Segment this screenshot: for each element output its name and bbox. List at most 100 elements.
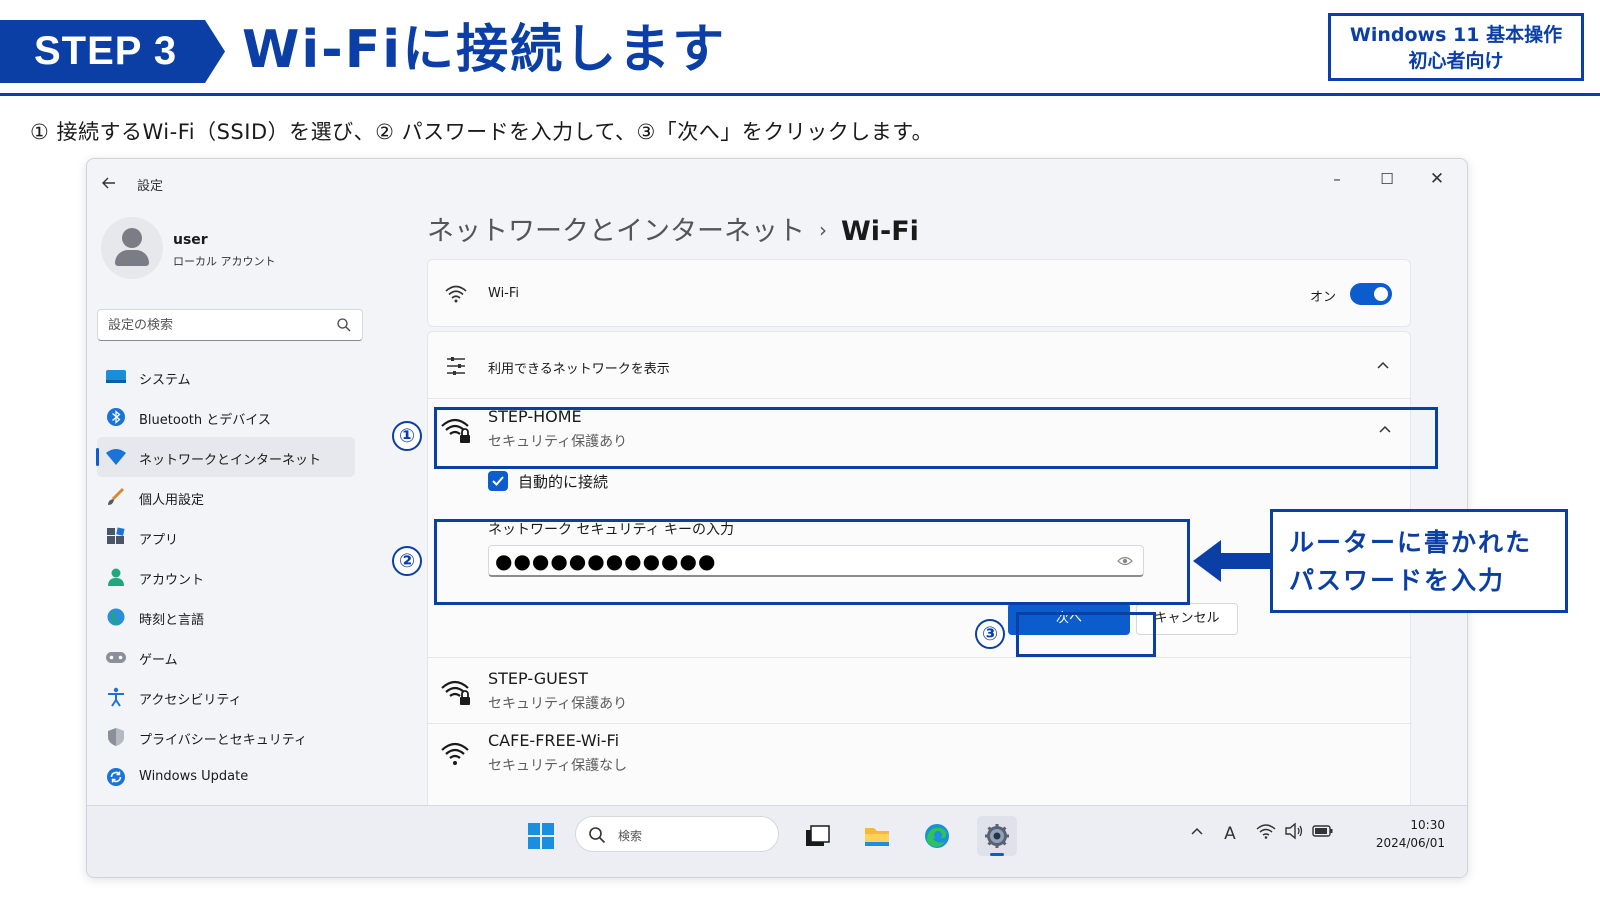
wifi-icon — [445, 285, 467, 303]
sidebar-item-network[interactable]: ネットワークとインターネット — [96, 437, 355, 477]
wifi-icon — [441, 742, 469, 765]
sidebar-item-label: アクセシビリティ — [139, 693, 242, 708]
sidebar-item-label: ゲーム — [139, 653, 178, 668]
badge-line-1: Windows 11 基本操作 — [1349, 24, 1563, 46]
search-icon — [589, 827, 606, 844]
settings-app-button[interactable] — [977, 816, 1017, 856]
task-view-button[interactable] — [797, 816, 837, 856]
toggle-knob — [1374, 287, 1388, 301]
sidebar-item-label: Bluetooth とデバイス — [139, 413, 271, 428]
settings-search-box[interactable] — [97, 309, 363, 341]
sidebar-item-privacy[interactable]: プライバシーとセキュリティ — [97, 717, 355, 757]
avatar — [101, 217, 163, 279]
tray-battery[interactable] — [1311, 822, 1335, 846]
sidebar-item-windows-update[interactable]: Windows Update — [97, 757, 355, 797]
step-marker-3: ③ — [975, 619, 1005, 649]
sidebar-item-time-language[interactable]: 時刻と言語 — [97, 597, 355, 637]
slide-title: Wi-Fiに接続します — [242, 20, 727, 80]
callout-line-1: ルーターに書かれた — [1289, 528, 1533, 557]
sidebar-item-system[interactable]: システム — [97, 357, 355, 397]
minimize-button[interactable]: – — [1317, 165, 1357, 193]
wifi-state-text: オン — [1309, 290, 1336, 305]
callout-arrow-icon — [1193, 540, 1273, 582]
taskbar-search[interactable]: 検索 — [575, 816, 779, 852]
sidebar-item-label: システム — [139, 373, 191, 388]
ime-indicator[interactable]: A — [1219, 822, 1241, 846]
highlight-password-field — [434, 519, 1190, 605]
auto-connect-checkbox[interactable] — [488, 471, 508, 491]
available-networks-label: 利用できるネットワークを表示 — [488, 362, 670, 377]
avatar-head — [122, 228, 142, 248]
taskbar: 検索 A 10:30 2024/06/01 — [87, 805, 1467, 877]
tray-volume[interactable] — [1283, 822, 1305, 846]
maximize-button[interactable]: ☐ — [1367, 165, 1407, 193]
chevron-up-icon[interactable] — [1376, 359, 1390, 373]
edge-icon — [925, 824, 949, 848]
account-type: ローカル アカウント — [173, 255, 276, 268]
account-icon — [108, 568, 124, 586]
sidebar-item-gaming[interactable]: ゲーム — [97, 637, 355, 677]
wifi-toggle[interactable] — [1350, 283, 1392, 305]
user-name: user — [173, 232, 208, 248]
page-title: Wi-Fi — [841, 216, 919, 247]
start-button[interactable] — [527, 822, 555, 850]
settings-search-input[interactable] — [108, 318, 328, 333]
network-item-cafe-free[interactable]: CAFE-FREE-Wi-Fi セキュリティ保護なし — [428, 723, 1412, 785]
sidebar-item-label: プライバシーとセキュリティ — [139, 733, 307, 748]
apps-icon — [107, 527, 125, 544]
network-name: CAFE-FREE-Wi-Fi — [488, 731, 620, 750]
taskbar-search-text: 検索 — [618, 829, 643, 843]
folder-icon — [865, 828, 889, 846]
sidebar-item-label: Windows Update — [139, 769, 249, 784]
network-item-step-guest[interactable]: STEP-GUEST セキュリティ保護あり — [428, 661, 1412, 723]
speaker-icon — [1285, 822, 1303, 840]
tray-wifi[interactable] — [1255, 822, 1277, 846]
callout-line-2: パスワードを入力 — [1289, 566, 1506, 595]
network-divider — [428, 657, 1412, 658]
file-explorer-button[interactable] — [857, 816, 897, 856]
network-security: セキュリティ保護あり — [488, 696, 628, 712]
gamepad-icon — [106, 652, 126, 663]
clock-time[interactable]: 10:30 — [1410, 818, 1445, 832]
badge-line-2: 初心者向け — [1408, 50, 1504, 72]
sidebar-item-accounts[interactable]: アカウント — [97, 557, 355, 597]
search-icon — [337, 318, 351, 332]
window-title: 設定 — [137, 179, 164, 194]
task-view-icon — [806, 825, 830, 846]
title-bar: 設定 – ☐ ✕ — [87, 159, 1467, 207]
sidebar-item-bluetooth[interactable]: Bluetooth とデバイス — [97, 397, 355, 437]
network-list-icon — [447, 357, 465, 375]
secured-wifi-icon — [441, 680, 470, 705]
sidebar-nav: システム Bluetooth とデバイス ネットワークとインターネット 個人用設… — [96, 357, 355, 797]
sidebar-item-label: ネットワークとインターネット — [139, 453, 322, 468]
network-security: セキュリティ保護なし — [488, 758, 628, 774]
network-name: STEP-GUEST — [488, 669, 588, 688]
sidebar-item-apps[interactable]: アプリ — [97, 517, 355, 557]
back-button[interactable] — [97, 171, 121, 195]
accessibility-icon — [108, 687, 124, 707]
clock-date[interactable]: 2024/06/01 — [1376, 836, 1445, 850]
available-networks-header[interactable]: 利用できるネットワークを表示 — [427, 331, 1411, 399]
wifi-label: Wi-Fi — [488, 286, 520, 301]
sidebar-item-label: アカウント — [139, 573, 205, 588]
instruction-text: ① 接続するWi-Fi（SSID）を選び、② パスワードを入力して、③「次へ」を… — [30, 120, 934, 144]
battery-icon — [1312, 825, 1333, 837]
shield-icon — [108, 728, 124, 746]
bluetooth-icon — [107, 408, 125, 426]
globe-icon — [107, 608, 125, 626]
settings-window: 設定 – ☐ ✕ user ローカル アカウント システム Bluetooth … — [86, 158, 1468, 878]
breadcrumb-parent[interactable]: ネットワークとインターネット — [427, 216, 805, 247]
user-profile[interactable]: user ローカル アカウント — [101, 217, 371, 281]
brush-icon — [108, 487, 125, 505]
sidebar-item-personalization[interactable]: 個人用設定 — [97, 477, 355, 517]
header-rule — [0, 93, 1600, 96]
step-marker-2: ② — [392, 546, 422, 576]
wifi-toggle-card: Wi-Fi オン — [427, 259, 1411, 327]
edge-browser-button[interactable] — [917, 816, 957, 856]
close-button[interactable]: ✕ — [1417, 165, 1457, 193]
step-marker-1: ① — [392, 421, 422, 451]
tray-overflow-button[interactable] — [1187, 822, 1207, 846]
highlight-next-button — [1016, 612, 1156, 657]
sidebar-item-accessibility[interactable]: アクセシビリティ — [97, 677, 355, 717]
network-icon — [106, 449, 126, 465]
